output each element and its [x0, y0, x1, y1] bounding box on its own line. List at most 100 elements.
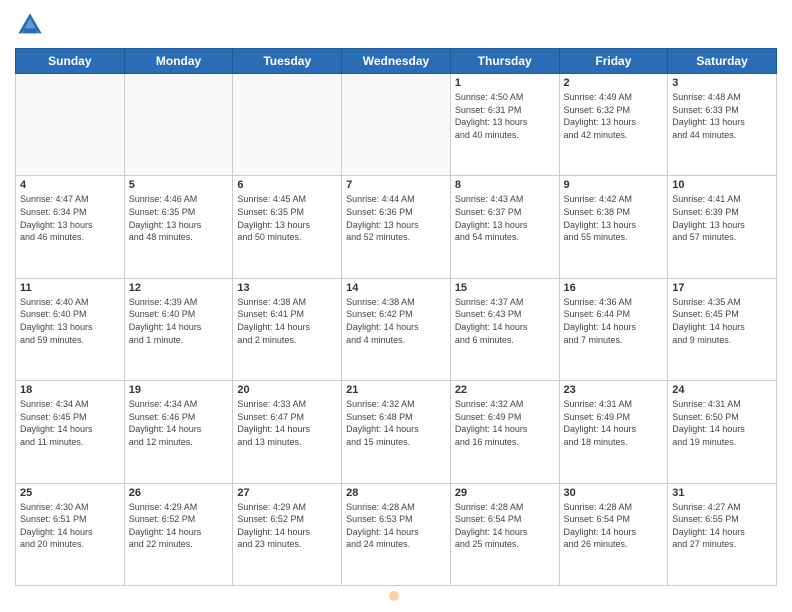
day-info: Sunrise: 4:32 AM Sunset: 6:48 PM Dayligh…	[346, 398, 446, 448]
footer-daylight	[389, 591, 403, 602]
day-info: Sunrise: 4:30 AM Sunset: 6:51 PM Dayligh…	[20, 501, 120, 551]
day-info: Sunrise: 4:49 AM Sunset: 6:32 PM Dayligh…	[564, 91, 664, 141]
day-info: Sunrise: 4:34 AM Sunset: 6:45 PM Dayligh…	[20, 398, 120, 448]
calendar-cell: 9 Sunrise: 4:42 AM Sunset: 6:38 PM Daylig…	[559, 176, 668, 278]
calendar-week-1: 1 Sunrise: 4:50 AM Sunset: 6:31 PM Daylig…	[16, 74, 777, 176]
calendar-cell	[124, 74, 233, 176]
day-info: Sunrise: 4:28 AM Sunset: 6:53 PM Dayligh…	[346, 501, 446, 551]
calendar-table: SundayMondayTuesdayWednesdayThursdayFrid…	[15, 48, 777, 586]
calendar-cell: 30Sunrise: 4:28 AM Sunset: 6:54 PM Dayli…	[559, 483, 668, 585]
day-number: 15	[455, 282, 555, 294]
day-number: 20	[237, 384, 337, 396]
day-info: Sunrise: 4:27 AM Sunset: 6:55 PM Dayligh…	[672, 501, 772, 551]
day-info: Sunrise: 4:44 AM Sunset: 6:36 PM Dayligh…	[346, 193, 446, 243]
day-info: Sunrise: 4:35 AM Sunset: 6:45 PM Dayligh…	[672, 296, 772, 346]
weekday-header-row: SundayMondayTuesdayWednesdayThursdayFrid…	[16, 49, 777, 74]
day-number: 7	[346, 179, 446, 191]
day-number: 10	[672, 179, 772, 191]
day-info: Sunrise: 4:31 AM Sunset: 6:49 PM Dayligh…	[564, 398, 664, 448]
weekday-header-wednesday: Wednesday	[342, 49, 451, 74]
calendar-cell	[233, 74, 342, 176]
day-number: 16	[564, 282, 664, 294]
calendar-week-5: 25 Sunrise: 4:30 AM Sunset: 6:51 PM Dayli…	[16, 483, 777, 585]
day-number: 8	[455, 179, 555, 191]
day-info: Sunrise: 4:34 AM Sunset: 6:46 PM Dayligh…	[129, 398, 229, 448]
day-info: Sunrise: 4:48 AM Sunset: 6:33 PM Dayligh…	[672, 91, 772, 141]
calendar-cell: 26 Sunrise: 4:29 AM Sunset: 6:52 PM Dayli…	[124, 483, 233, 585]
day-number: 6	[237, 179, 337, 191]
day-number: 21	[346, 384, 446, 396]
day-number: 28	[346, 487, 446, 499]
calendar-cell: 29Sunrise: 4:28 AM Sunset: 6:54 PM Dayli…	[450, 483, 559, 585]
day-info: Sunrise: 4:31 AM Sunset: 6:50 PM Dayligh…	[672, 398, 772, 448]
calendar-cell: 28 Sunrise: 4:28 AM Sunset: 6:53 PM Dayli…	[342, 483, 451, 585]
day-info: Sunrise: 4:46 AM Sunset: 6:35 PM Dayligh…	[129, 193, 229, 243]
day-number: 22	[455, 384, 555, 396]
day-info: Sunrise: 4:47 AM Sunset: 6:34 PM Dayligh…	[20, 193, 120, 243]
calendar-cell: 23Sunrise: 4:31 AM Sunset: 6:49 PM Dayli…	[559, 381, 668, 483]
day-info: Sunrise: 4:36 AM Sunset: 6:44 PM Dayligh…	[564, 296, 664, 346]
day-number: 25	[20, 487, 120, 499]
calendar-cell: 20 Sunrise: 4:33 AM Sunset: 6:47 PM Dayli…	[233, 381, 342, 483]
calendar-cell: 2 Sunrise: 4:49 AM Sunset: 6:32 PM Daylig…	[559, 74, 668, 176]
calendar-cell: 16 Sunrise: 4:36 AM Sunset: 6:44 PM Dayli…	[559, 278, 668, 380]
footer-items	[15, 591, 777, 602]
calendar-cell: 22 Sunrise: 4:32 AM Sunset: 6:49 PM Dayli…	[450, 381, 559, 483]
daylight-dot	[389, 591, 399, 601]
calendar-cell: 13 Sunrise: 4:38 AM Sunset: 6:41 PM Dayli…	[233, 278, 342, 380]
day-info: Sunrise: 4:28 AM Sunset: 6:54 PM Dayligh…	[455, 501, 555, 551]
calendar-cell: 7 Sunrise: 4:44 AM Sunset: 6:36 PM Daylig…	[342, 176, 451, 278]
day-number: 18	[20, 384, 120, 396]
logo-icon	[15, 10, 45, 40]
day-info: Sunrise: 4:38 AM Sunset: 6:41 PM Dayligh…	[237, 296, 337, 346]
weekday-header-saturday: Saturday	[668, 49, 777, 74]
day-number: 3	[672, 77, 772, 89]
calendar-cell: 25 Sunrise: 4:30 AM Sunset: 6:51 PM Dayli…	[16, 483, 125, 585]
calendar-cell: 21 Sunrise: 4:32 AM Sunset: 6:48 PM Dayli…	[342, 381, 451, 483]
calendar-cell: 5Sunrise: 4:46 AM Sunset: 6:35 PM Daylig…	[124, 176, 233, 278]
day-number: 26	[129, 487, 229, 499]
calendar-cell: 24 Sunrise: 4:31 AM Sunset: 6:50 PM Dayli…	[668, 381, 777, 483]
header	[15, 10, 777, 40]
day-info: Sunrise: 4:41 AM Sunset: 6:39 PM Dayligh…	[672, 193, 772, 243]
day-number: 11	[20, 282, 120, 294]
day-number: 9	[564, 179, 664, 191]
logo	[15, 10, 49, 40]
footer	[15, 591, 777, 602]
calendar-cell: 18 Sunrise: 4:34 AM Sunset: 6:45 PM Dayli…	[16, 381, 125, 483]
calendar-cell: 17Sunrise: 4:35 AM Sunset: 6:45 PM Dayli…	[668, 278, 777, 380]
calendar-cell	[16, 74, 125, 176]
day-number: 2	[564, 77, 664, 89]
calendar-cell: 4Sunrise: 4:47 AM Sunset: 6:34 PM Daylig…	[16, 176, 125, 278]
day-number: 1	[455, 77, 555, 89]
calendar-week-3: 11 Sunrise: 4:40 AM Sunset: 6:40 PM Dayli…	[16, 278, 777, 380]
calendar-week-4: 18 Sunrise: 4:34 AM Sunset: 6:45 PM Dayli…	[16, 381, 777, 483]
calendar-cell	[342, 74, 451, 176]
calendar-cell: 1 Sunrise: 4:50 AM Sunset: 6:31 PM Daylig…	[450, 74, 559, 176]
day-info: Sunrise: 4:42 AM Sunset: 6:38 PM Dayligh…	[564, 193, 664, 243]
day-number: 30	[564, 487, 664, 499]
calendar-cell: 19Sunrise: 4:34 AM Sunset: 6:46 PM Dayli…	[124, 381, 233, 483]
calendar-cell: 12Sunrise: 4:39 AM Sunset: 6:40 PM Dayli…	[124, 278, 233, 380]
day-number: 14	[346, 282, 446, 294]
calendar-cell: 14 Sunrise: 4:38 AM Sunset: 6:42 PM Dayli…	[342, 278, 451, 380]
day-number: 13	[237, 282, 337, 294]
day-info: Sunrise: 4:32 AM Sunset: 6:49 PM Dayligh…	[455, 398, 555, 448]
day-info: Sunrise: 4:43 AM Sunset: 6:37 PM Dayligh…	[455, 193, 555, 243]
calendar-cell: 15Sunrise: 4:37 AM Sunset: 6:43 PM Dayli…	[450, 278, 559, 380]
day-info: Sunrise: 4:40 AM Sunset: 6:40 PM Dayligh…	[20, 296, 120, 346]
calendar-cell: 6Sunrise: 4:45 AM Sunset: 6:35 PM Daylig…	[233, 176, 342, 278]
day-info: Sunrise: 4:33 AM Sunset: 6:47 PM Dayligh…	[237, 398, 337, 448]
weekday-header-sunday: Sunday	[16, 49, 125, 74]
day-number: 24	[672, 384, 772, 396]
day-number: 31	[672, 487, 772, 499]
calendar-cell: 31 Sunrise: 4:27 AM Sunset: 6:55 PM Dayli…	[668, 483, 777, 585]
calendar-cell: 3 Sunrise: 4:48 AM Sunset: 6:33 PM Daylig…	[668, 74, 777, 176]
weekday-header-thursday: Thursday	[450, 49, 559, 74]
calendar-cell: 8 Sunrise: 4:43 AM Sunset: 6:37 PM Daylig…	[450, 176, 559, 278]
day-info: Sunrise: 4:29 AM Sunset: 6:52 PM Dayligh…	[129, 501, 229, 551]
page: SundayMondayTuesdayWednesdayThursdayFrid…	[0, 0, 792, 612]
day-info: Sunrise: 4:38 AM Sunset: 6:42 PM Dayligh…	[346, 296, 446, 346]
calendar-cell: 27Sunrise: 4:29 AM Sunset: 6:52 PM Dayli…	[233, 483, 342, 585]
day-info: Sunrise: 4:50 AM Sunset: 6:31 PM Dayligh…	[455, 91, 555, 141]
